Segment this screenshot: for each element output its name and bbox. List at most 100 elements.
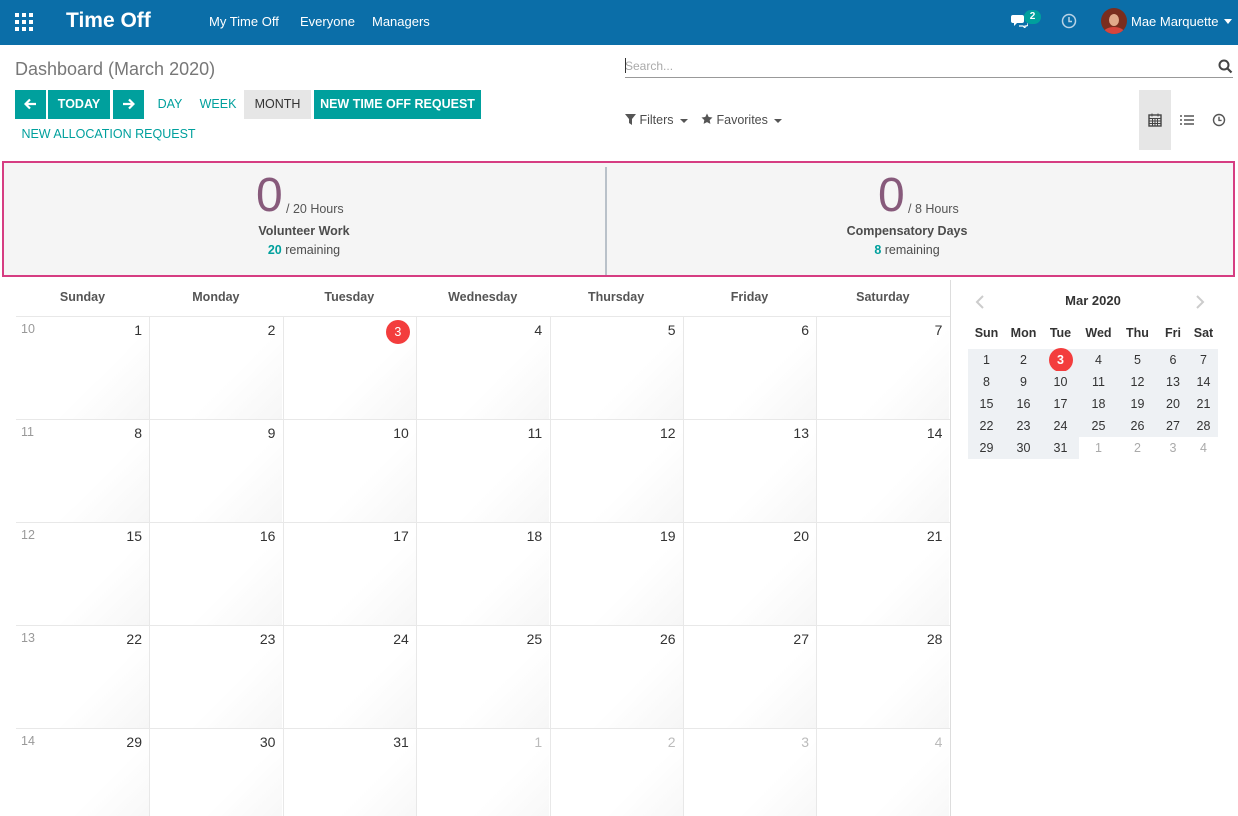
mini-calendar-day[interactable]: 1 (968, 349, 1005, 371)
mini-calendar-day[interactable]: 10 (1042, 371, 1079, 393)
calendar-day-cell[interactable]: 6 (683, 317, 816, 420)
new-time-off-request-button[interactable]: NEW TIME OFF REQUEST (314, 90, 481, 119)
calendar-day-cell[interactable]: 4 (816, 729, 950, 816)
calendar-day-cell[interactable]: 27 (683, 626, 816, 729)
favorites-dropdown[interactable]: Favorites (701, 113, 782, 127)
calendar-day-cell[interactable]: 14 (816, 420, 950, 523)
mini-calendar-day[interactable]: 26 (1118, 415, 1157, 437)
dashboard-card-volunteer-work[interactable]: 0 / 20 Hours Volunteer Work 20 remaining (4, 163, 604, 275)
user-caret-icon[interactable] (1224, 19, 1232, 24)
new-allocation-request-button[interactable]: NEW ALLOCATION REQUEST (15, 120, 202, 149)
mini-calendar-day[interactable]: 31 (1042, 437, 1079, 459)
previous-button[interactable] (15, 90, 46, 119)
mini-calendar-day[interactable]: 2 (1118, 437, 1157, 459)
month-view-button[interactable]: MONTH (244, 90, 311, 119)
calendar-day-cell[interactable]: 9 (149, 420, 283, 523)
apps-grid-icon[interactable] (15, 13, 33, 31)
mini-calendar-day[interactable]: 13 (1157, 371, 1189, 393)
calendar-day-cell[interactable]: 5 (549, 317, 683, 420)
calendar-day-cell[interactable]: 25 (416, 626, 550, 729)
user-name[interactable]: Mae Marquette (1131, 14, 1218, 29)
menu-my-time-off[interactable]: My Time Off (209, 14, 279, 29)
calendar-day-cell[interactable]: 2 (149, 317, 283, 420)
calendar-day-cell[interactable]: 30 (149, 729, 283, 816)
calendar-day-cell[interactable]: 23 (149, 626, 283, 729)
mini-calendar-day[interactable]: 12 (1118, 371, 1157, 393)
mini-calendar-day[interactable]: 1 (1079, 437, 1118, 459)
calendar-day-cell[interactable]: 4 (416, 317, 550, 420)
calendar-day-cell[interactable]: 7 (816, 317, 950, 420)
search-icon[interactable] (1218, 59, 1233, 74)
calendar-day-cell[interactable]: 26 (549, 626, 683, 729)
calendar-day-cell[interactable]: 21 (816, 523, 950, 626)
day-view-button[interactable]: DAY (151, 90, 189, 119)
calendar-day-cell[interactable]: 2 (549, 729, 683, 816)
next-button[interactable] (113, 90, 144, 119)
mini-calendar-day[interactable]: 20 (1157, 393, 1189, 415)
calendar-day-cell[interactable]: 15 (16, 523, 149, 626)
week-view-button[interactable]: WEEK (196, 90, 240, 119)
user-avatar[interactable] (1101, 8, 1127, 34)
mini-calendar-day[interactable]: 15 (968, 393, 1005, 415)
mini-calendar-day[interactable]: 25 (1079, 415, 1118, 437)
app-title[interactable]: Time Off (66, 9, 151, 33)
mini-calendar-day[interactable]: 16 (1005, 393, 1042, 415)
mini-calendar-day[interactable]: 9 (1005, 371, 1042, 393)
calendar-day-cell[interactable]: 11 (416, 420, 550, 523)
search-input[interactable] (625, 55, 1210, 76)
calendar-day-cell[interactable]: 12 (549, 420, 683, 523)
calendar-day-cell[interactable]: 19 (549, 523, 683, 626)
week-number: 13 (21, 631, 35, 645)
calendar-day-cell[interactable]: 24 (282, 626, 416, 729)
day-number: 5 (667, 322, 676, 338)
calendar-day-cell[interactable]: 3 (683, 729, 816, 816)
mini-calendar-day[interactable]: 19 (1118, 393, 1157, 415)
calendar-day-cell[interactable]: 1 (416, 729, 550, 816)
calendar-day-cell[interactable]: 22 (16, 626, 149, 729)
list-view-button[interactable] (1171, 90, 1203, 150)
dashboard-card-compensatory-days[interactable]: 0 / 8 Hours Compensatory Days 8 remainin… (607, 163, 1207, 275)
calendar-day-cell[interactable]: 17 (282, 523, 416, 626)
mini-calendar-day[interactable]: 7 (1189, 349, 1218, 371)
mini-calendar-day[interactable]: 14 (1189, 371, 1218, 393)
calendar-day-cell[interactable]: 20 (683, 523, 816, 626)
menu-everyone[interactable]: Everyone (300, 14, 355, 29)
calendar-day-cell[interactable]: 18 (416, 523, 550, 626)
mini-calendar-day[interactable]: 4 (1189, 437, 1218, 459)
calendar-view-button[interactable] (1139, 90, 1171, 150)
filters-dropdown[interactable]: Filters (625, 113, 688, 127)
mini-calendar-day[interactable]: 30 (1005, 437, 1042, 459)
activity-view-button[interactable] (1203, 90, 1235, 150)
today-button[interactable]: TODAY (48, 90, 110, 119)
mini-calendar-day[interactable]: 5 (1118, 349, 1157, 371)
mini-calendar-day[interactable]: 21 (1189, 393, 1218, 415)
mini-calendar-day[interactable]: 29 (968, 437, 1005, 459)
mini-calendar-day[interactable]: 24 (1042, 415, 1079, 437)
mini-calendar-day[interactable]: 23 (1005, 415, 1042, 437)
calendar-day-cell[interactable]: 28 (816, 626, 950, 729)
calendar-day-cell[interactable]: 31 (282, 729, 416, 816)
mini-calendar-day[interactable]: 8 (968, 371, 1005, 393)
calendar-day-cell[interactable]: 10 (282, 420, 416, 523)
mini-calendar-day[interactable]: 3 (1042, 348, 1079, 372)
mini-calendar-day[interactable]: 28 (1189, 415, 1218, 437)
calendar-day-cell[interactable]: 13 (683, 420, 816, 523)
calendar-day-cell[interactable]: 1 (16, 317, 149, 420)
calendar-day-cell[interactable]: 29 (16, 729, 149, 816)
mini-calendar-day[interactable]: 6 (1157, 349, 1189, 371)
mini-calendar-day[interactable]: 3 (1157, 437, 1189, 459)
mini-day-of-week: Wed (1085, 326, 1112, 340)
mini-calendar-day[interactable]: 4 (1079, 349, 1118, 371)
activity-clock-icon[interactable] (1061, 13, 1077, 29)
mini-calendar-day[interactable]: 11 (1079, 371, 1118, 393)
mini-calendar-day[interactable]: 22 (968, 415, 1005, 437)
mini-next-month-icon[interactable] (1195, 295, 1205, 309)
calendar-day-cell[interactable]: 8 (16, 420, 149, 523)
calendar-day-cell[interactable]: 16 (149, 523, 283, 626)
calendar-day-cell[interactable]: 3 (282, 317, 416, 420)
mini-calendar-day[interactable]: 18 (1079, 393, 1118, 415)
mini-calendar-day[interactable]: 27 (1157, 415, 1189, 437)
mini-calendar-day[interactable]: 17 (1042, 393, 1079, 415)
mini-calendar-day[interactable]: 2 (1005, 349, 1042, 371)
menu-managers[interactable]: Managers (372, 14, 430, 29)
